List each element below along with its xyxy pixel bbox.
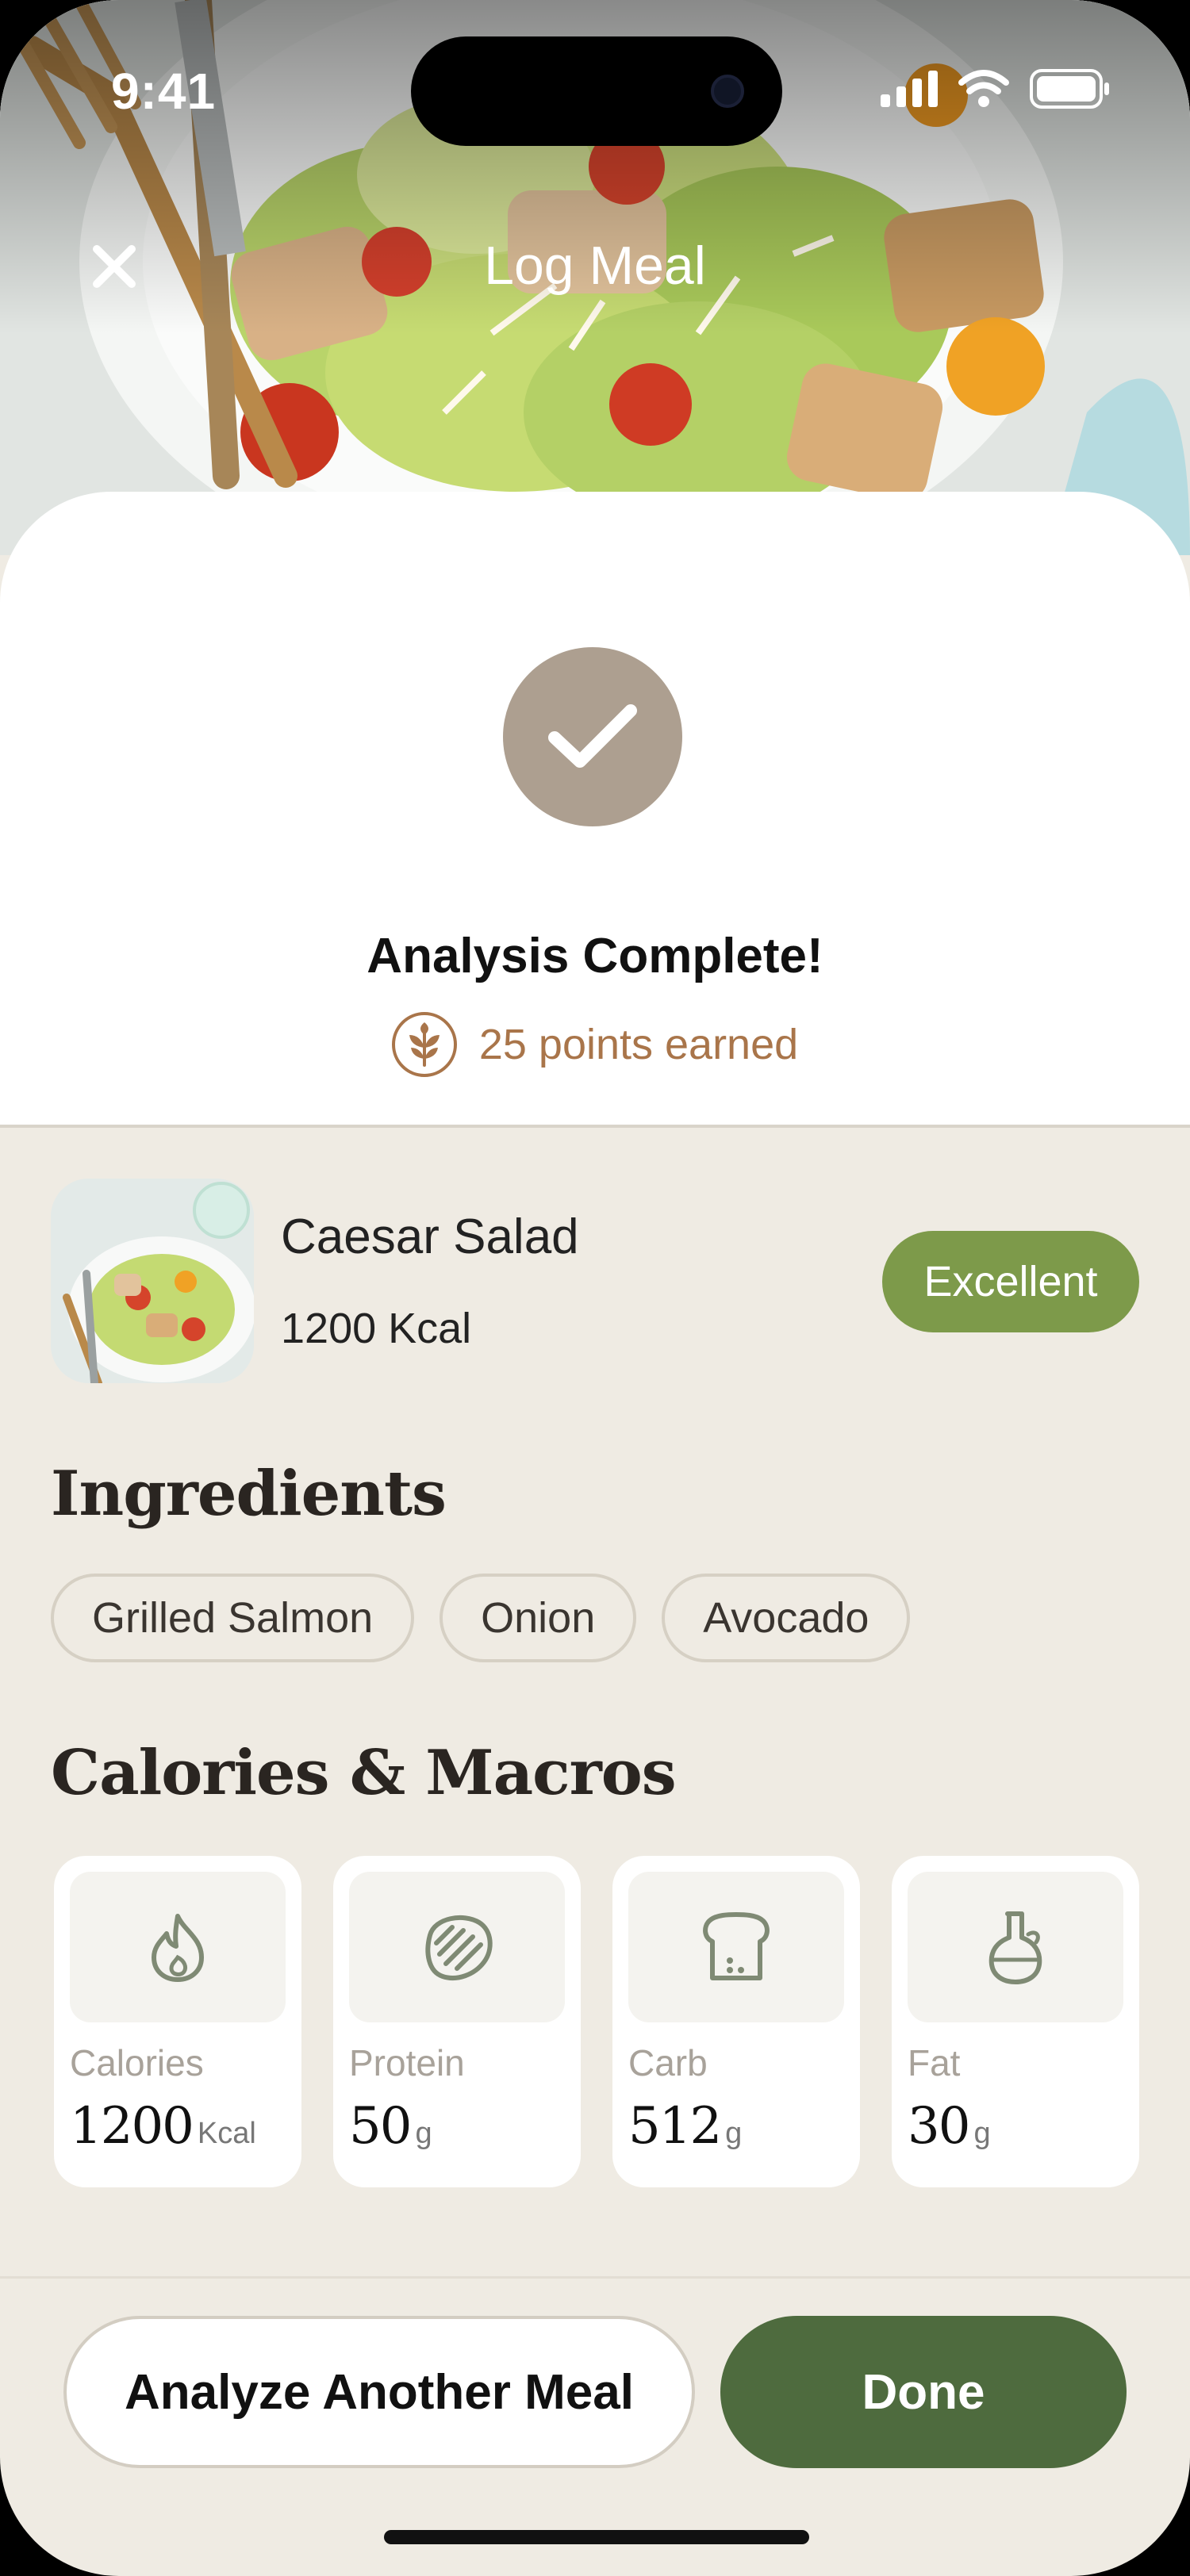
macro-card-calories: Calories 1200 Kcal <box>54 1856 301 2187</box>
macro-value: 30 g <box>908 2097 991 2156</box>
ingredient-chip[interactable]: Onion <box>440 1574 637 1662</box>
status-time: 9:41 <box>111 63 217 120</box>
macro-label: Calories <box>70 2042 204 2083</box>
macro-label: Protein <box>349 2042 465 2083</box>
macro-label: Carb <box>628 2042 708 2083</box>
macro-card-carb: Carb 512 g <box>612 1856 860 2187</box>
divider <box>0 2276 1190 2279</box>
home-indicator[interactable] <box>384 2530 809 2544</box>
flame-icon <box>70 1872 286 2022</box>
bread-icon <box>628 1872 844 2022</box>
macro-value: 1200 Kcal <box>70 2097 256 2156</box>
wifi-icon <box>958 69 1009 112</box>
macro-number: 1200 <box>70 2097 194 2156</box>
macros-heading: Calories & Macros <box>51 1737 677 1809</box>
steak-icon <box>349 1872 565 2022</box>
leaf-icon <box>391 1012 457 1077</box>
ingredient-chip[interactable]: Avocado <box>662 1574 911 1662</box>
meal-calories: 1200 Kcal <box>281 1305 472 1352</box>
checkmark-icon <box>503 647 682 826</box>
macro-unit: g <box>415 2117 432 2150</box>
ingredient-chip[interactable]: Grilled Salmon <box>51 1574 415 1662</box>
macro-label: Fat <box>908 2042 961 2083</box>
points-row: 25 points earned <box>0 1012 1190 1077</box>
meal-thumbnail <box>51 1179 254 1383</box>
macro-unit: g <box>973 2117 991 2150</box>
analysis-title: Analysis Complete! <box>367 929 823 983</box>
macro-card-protein: Protein 50 g <box>333 1856 581 2187</box>
points-earned: 25 points earned <box>478 1021 799 1068</box>
macro-value: 50 g <box>349 2097 432 2156</box>
macro-card-fat: Fat 30 g <box>892 1856 1139 2187</box>
ingredient-chips: Grilled Salmon Onion Avocado <box>51 1574 911 1662</box>
page-title: Log Meal <box>484 236 706 296</box>
macro-number: 30 <box>908 2097 970 2156</box>
done-button[interactable]: Done <box>720 2316 1127 2468</box>
analyze-another-button[interactable]: Analyze Another Meal <box>63 2316 695 2468</box>
oil-bottle-icon <box>908 1872 1123 2022</box>
macro-unit: g <box>725 2117 743 2150</box>
meal-name: Caesar Salad <box>281 1209 579 1264</box>
dynamic-island <box>411 36 782 146</box>
signal-icon <box>881 70 938 111</box>
macro-value: 512 g <box>628 2097 742 2156</box>
macro-number: 50 <box>349 2097 412 2156</box>
ingredients-heading: Ingredients <box>51 1458 447 1530</box>
macro-unit: Kcal <box>197 2117 256 2150</box>
macro-cards: Calories 1200 Kcal Protein 50 g Carb 512… <box>54 1856 1139 2187</box>
rating-badge: Excellent <box>882 1231 1139 1332</box>
macro-number: 512 <box>628 2097 722 2156</box>
phone-screen: 9:41 Log Meal Analysis Complete! 25 poin… <box>0 0 1190 2576</box>
status-icons <box>881 67 1111 114</box>
battery-icon <box>1030 68 1111 113</box>
